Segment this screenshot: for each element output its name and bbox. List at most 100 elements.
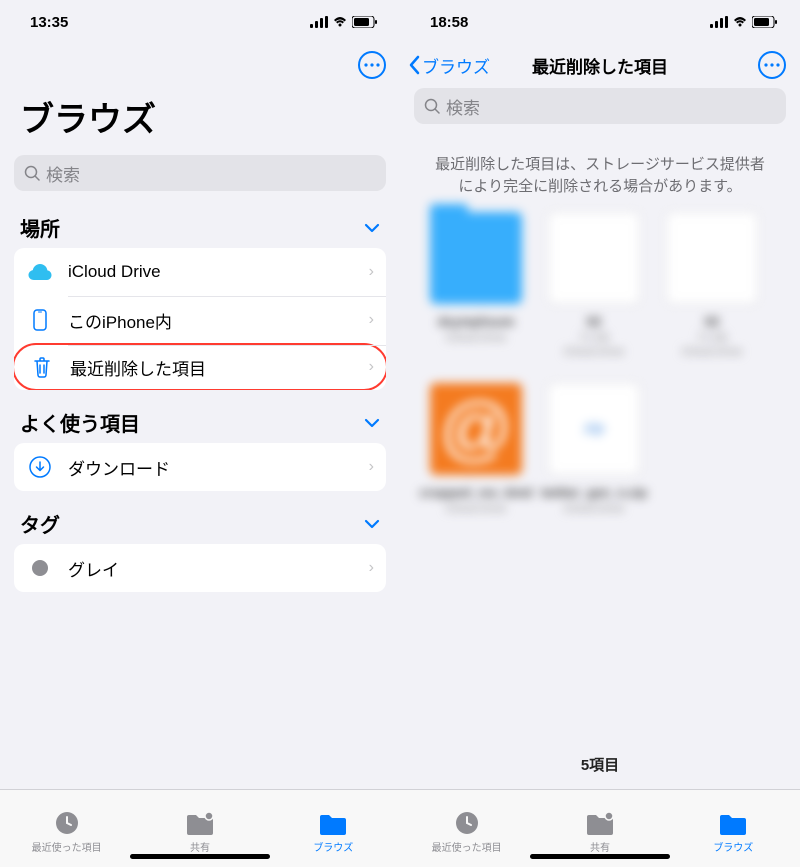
chevron-down-icon: [364, 519, 380, 529]
row-label: ダウンロード: [68, 455, 355, 480]
tab-label: 最近使った項目: [432, 839, 502, 854]
search-placeholder: 検索: [46, 161, 80, 186]
iphone-icon: [26, 309, 54, 331]
ellipsis-icon: [364, 63, 380, 67]
list-locations: iCloud Drive › このiPhone内 › 最近削除した項目 ›: [14, 248, 386, 390]
back-button[interactable]: ブラウズ: [408, 53, 490, 78]
item-meta: iCloud Drive: [446, 502, 506, 516]
grid-item[interactable]: dsymphsum iCloud Drive: [426, 212, 526, 360]
item-meta: 71 KBiCloud Drive: [682, 331, 742, 360]
item-name: cropped_res_bind: [420, 485, 533, 500]
row-label: iCloud Drive: [68, 262, 355, 282]
grid-item[interactable]: 02 71 KBiCloud Drive: [662, 212, 762, 360]
tab-label: 共有: [190, 839, 210, 854]
notice-text: 最近削除した項目は、ストレージサービス提供者により完全に削除される場合があります…: [400, 132, 800, 212]
section-label: 場所: [20, 213, 60, 242]
back-label: ブラウズ: [422, 53, 490, 78]
home-indicator: [530, 854, 670, 859]
row-label: 最近削除した項目: [70, 355, 355, 380]
item-name: 02: [587, 314, 601, 329]
chevron-down-icon: [364, 223, 380, 233]
list-tags: グレイ ›: [14, 544, 386, 592]
chevron-right-icon: ›: [369, 559, 374, 577]
tab-recent[interactable]: 最近使った項目: [400, 790, 533, 867]
row-downloads[interactable]: ダウンロード ›: [14, 443, 386, 491]
wifi-icon: [332, 16, 348, 28]
wifi-icon: [732, 16, 748, 28]
more-button[interactable]: [758, 51, 786, 79]
at-icon: @: [430, 383, 522, 475]
zip-icon: zip: [548, 383, 640, 475]
nav-row: [0, 44, 400, 86]
battery-icon: [752, 16, 778, 28]
screen-recently-deleted: 18:58 ブラウズ 最近削除した項目 検索 最近削除した項目は、ストレージサー…: [400, 0, 800, 867]
search-placeholder: 検索: [446, 94, 480, 119]
home-indicator: [130, 854, 270, 859]
row-on-iphone[interactable]: このiPhone内 ›: [14, 296, 386, 344]
tab-label: 最近使った項目: [32, 839, 102, 854]
ellipsis-icon: [764, 63, 780, 67]
screen-browse: 13:35 ブラウズ 検索 場所 iCloud Drive › このiPhone…: [0, 0, 400, 867]
list-favorites: ダウンロード ›: [14, 443, 386, 491]
chevron-right-icon: ›: [369, 358, 374, 376]
doc-icon: [666, 212, 758, 304]
item-count: 5項目: [400, 754, 800, 775]
chevron-right-icon: ›: [369, 311, 374, 329]
search-icon: [24, 165, 40, 181]
item-name: twitter_gen_n.zip: [541, 485, 647, 500]
tab-label: 共有: [590, 839, 610, 854]
tab-label: ブラウズ: [313, 839, 353, 854]
cellular-icon: [310, 16, 328, 28]
status-bar: 18:58: [400, 0, 800, 44]
folder-icon: [430, 212, 522, 304]
section-header-favorites[interactable]: よく使う項目: [0, 396, 400, 443]
chevron-right-icon: ›: [369, 263, 374, 281]
nav-row: ブラウズ 最近削除した項目: [400, 44, 800, 86]
item-meta: iCloud Drive: [446, 331, 506, 345]
folder-person-icon: [585, 810, 615, 836]
folder-person-icon: [185, 810, 215, 836]
row-tag-gray[interactable]: グレイ ›: [14, 544, 386, 592]
folder-icon: [318, 810, 348, 836]
item-name: 02: [705, 314, 719, 329]
section-label: よく使う項目: [20, 408, 140, 437]
item-meta: 71 KBiCloud Drive: [564, 331, 624, 360]
chevron-down-icon: [364, 418, 380, 428]
tab-browse[interactable]: ブラウズ: [667, 790, 800, 867]
battery-icon: [352, 16, 378, 28]
clock-icon: [454, 810, 480, 836]
deleted-items-grid: dsymphsum iCloud Drive 02 71 KBiCloud Dr…: [400, 212, 800, 517]
time: 18:58: [430, 14, 468, 31]
status-icons: [310, 16, 378, 28]
row-recently-deleted[interactable]: 最近削除した項目 ›: [14, 343, 386, 390]
section-label: タグ: [20, 509, 60, 538]
grid-item[interactable]: zip twitter_gen_n.zip iCloud Drive: [544, 383, 644, 516]
item-meta: iCloud Drive: [564, 502, 624, 516]
tab-recent[interactable]: 最近使った項目: [0, 790, 133, 867]
search-icon: [424, 98, 440, 114]
section-header-locations[interactable]: 場所: [0, 201, 400, 248]
folder-icon: [718, 810, 748, 836]
chevron-left-icon: [408, 55, 420, 75]
more-button[interactable]: [358, 51, 386, 79]
chevron-right-icon: ›: [369, 458, 374, 476]
status-bar: 13:35: [0, 0, 400, 44]
row-label: グレイ: [68, 556, 355, 581]
doc-icon: [548, 212, 640, 304]
item-name: dsymphsum: [438, 314, 515, 329]
row-label: このiPhone内: [68, 308, 355, 333]
icloud-icon: [26, 263, 54, 281]
tab-browse[interactable]: ブラウズ: [267, 790, 400, 867]
search-input[interactable]: 検索: [14, 155, 386, 191]
section-header-tags[interactable]: タグ: [0, 497, 400, 544]
tab-label: ブラウズ: [713, 839, 753, 854]
grid-item[interactable]: 02 71 KBiCloud Drive: [544, 212, 644, 360]
clock-icon: [54, 810, 80, 836]
row-icloud-drive[interactable]: iCloud Drive ›: [14, 248, 386, 296]
search-input[interactable]: 検索: [414, 88, 786, 124]
tag-dot-icon: [26, 559, 54, 577]
trash-icon: [28, 356, 56, 378]
cellular-icon: [710, 16, 728, 28]
grid-item[interactable]: @ cropped_res_bind iCloud Drive: [426, 383, 526, 516]
page-title: ブラウズ: [0, 86, 400, 151]
